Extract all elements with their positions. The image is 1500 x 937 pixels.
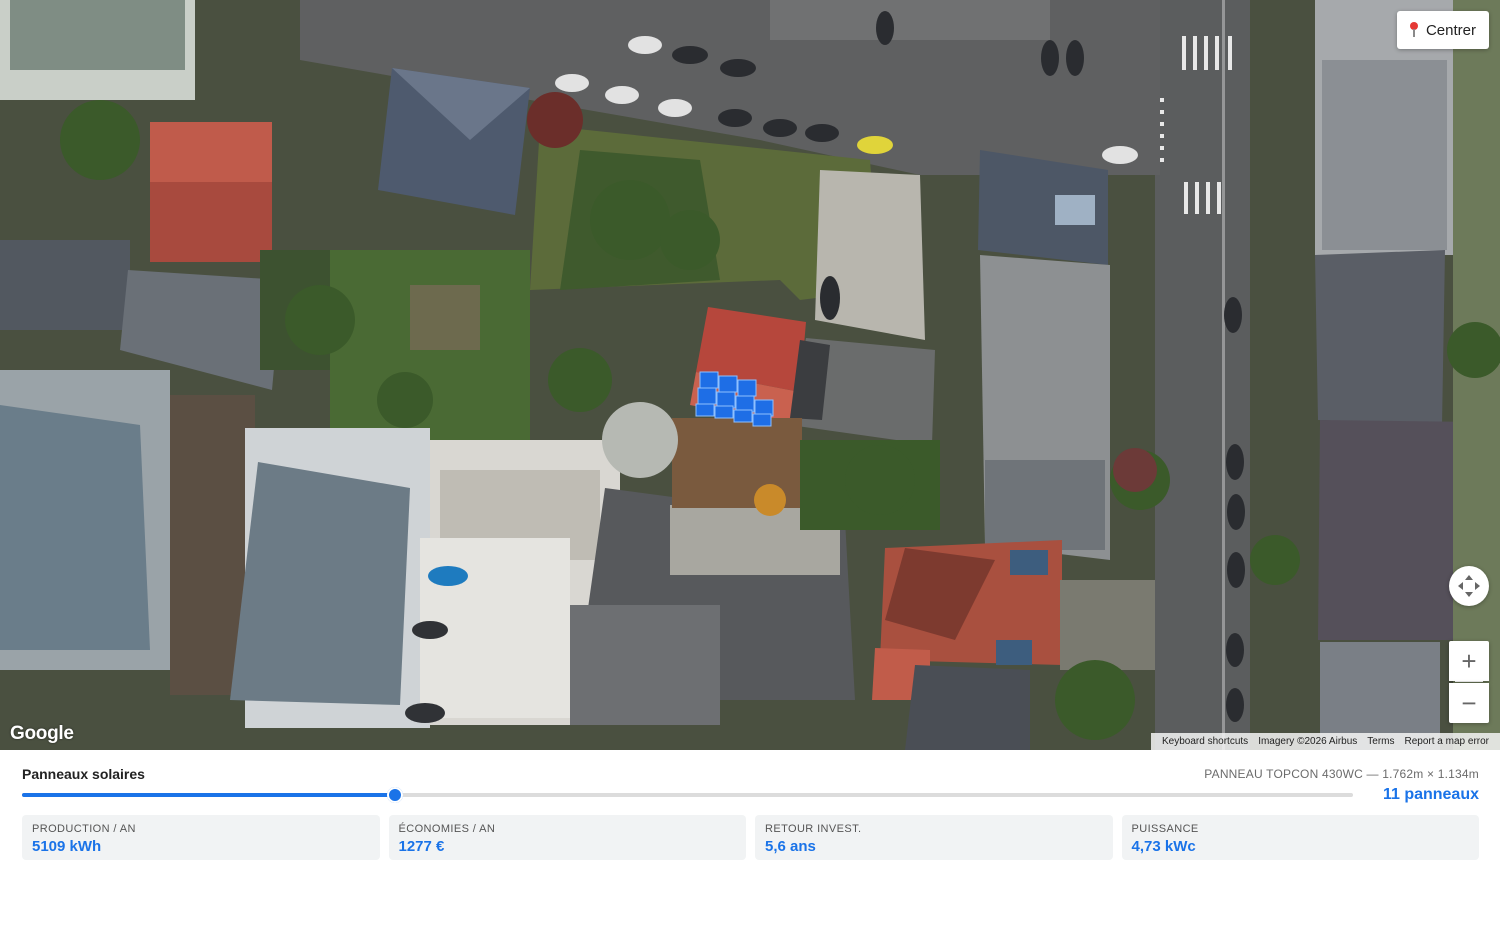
zoom-out-icon: − [1461, 688, 1477, 718]
terms-link[interactable]: Terms [1362, 736, 1399, 747]
map-pin-icon [1409, 22, 1419, 38]
panel-count-slider[interactable] [22, 787, 1353, 803]
solar-panel-controls: Panneaux solaires PANNEAU TOPCON 430WC —… [0, 750, 1500, 937]
satellite-map[interactable]: Centrer + − Google Keyboard shortcuts Im… [0, 0, 1500, 750]
stat-card-power: PUISSANCE 4,73 kWc [1121, 815, 1479, 860]
stat-label: RETOUR INVEST. [765, 823, 862, 835]
stat-value: 5109 kWh [32, 838, 102, 855]
report-error-link[interactable]: Report a map error [1400, 736, 1494, 747]
centre-button[interactable]: Centrer [1396, 11, 1489, 49]
google-logo: Google [10, 723, 74, 744]
centre-button-label: Centrer [1425, 21, 1476, 39]
stats-row: PRODUCTION / AN 5109 kWh ÉCONOMIES / AN … [22, 815, 1479, 860]
slider-fill [22, 793, 395, 797]
stat-value: 1277 € [398, 838, 445, 855]
zoom-separator [1455, 681, 1483, 682]
aerial-imagery [0, 0, 1500, 750]
zoom-in-button[interactable]: + [1449, 641, 1489, 681]
slider-thumb[interactable] [386, 787, 403, 803]
panel-count: 11 panneaux [1382, 786, 1479, 803]
pan-arrows-icon [1458, 575, 1480, 597]
keyboard-shortcuts-link[interactable]: Keyboard shortcuts [1157, 736, 1253, 747]
stat-value: 4,73 kWc [1131, 838, 1196, 855]
imagery-credit: Imagery ©2026 Airbus [1258, 736, 1358, 747]
stat-value: 5,6 ans [765, 838, 816, 855]
panel-spec: PANNEAU TOPCON 430WC — 1.762m × 1.134m [1204, 767, 1479, 781]
stat-label: PRODUCTION / AN [32, 823, 136, 835]
stat-card-production: PRODUCTION / AN 5109 kWh [22, 815, 380, 860]
stat-label: ÉCONOMIES / AN [398, 823, 496, 835]
stat-card-savings: ÉCONOMIES / AN 1277 € [388, 815, 746, 860]
zoom-out-button[interactable]: − [1449, 683, 1489, 723]
map-attribution: Keyboard shortcuts Imagery ©2026 Airbus … [1151, 733, 1500, 750]
stat-card-payback: RETOUR INVEST. 5,6 ans [755, 815, 1113, 860]
panel-title: Panneaux solaires [22, 766, 145, 782]
zoom-in-icon: + [1461, 646, 1477, 676]
stat-label: PUISSANCE [1131, 823, 1199, 835]
pan-control-button[interactable] [1449, 566, 1489, 606]
